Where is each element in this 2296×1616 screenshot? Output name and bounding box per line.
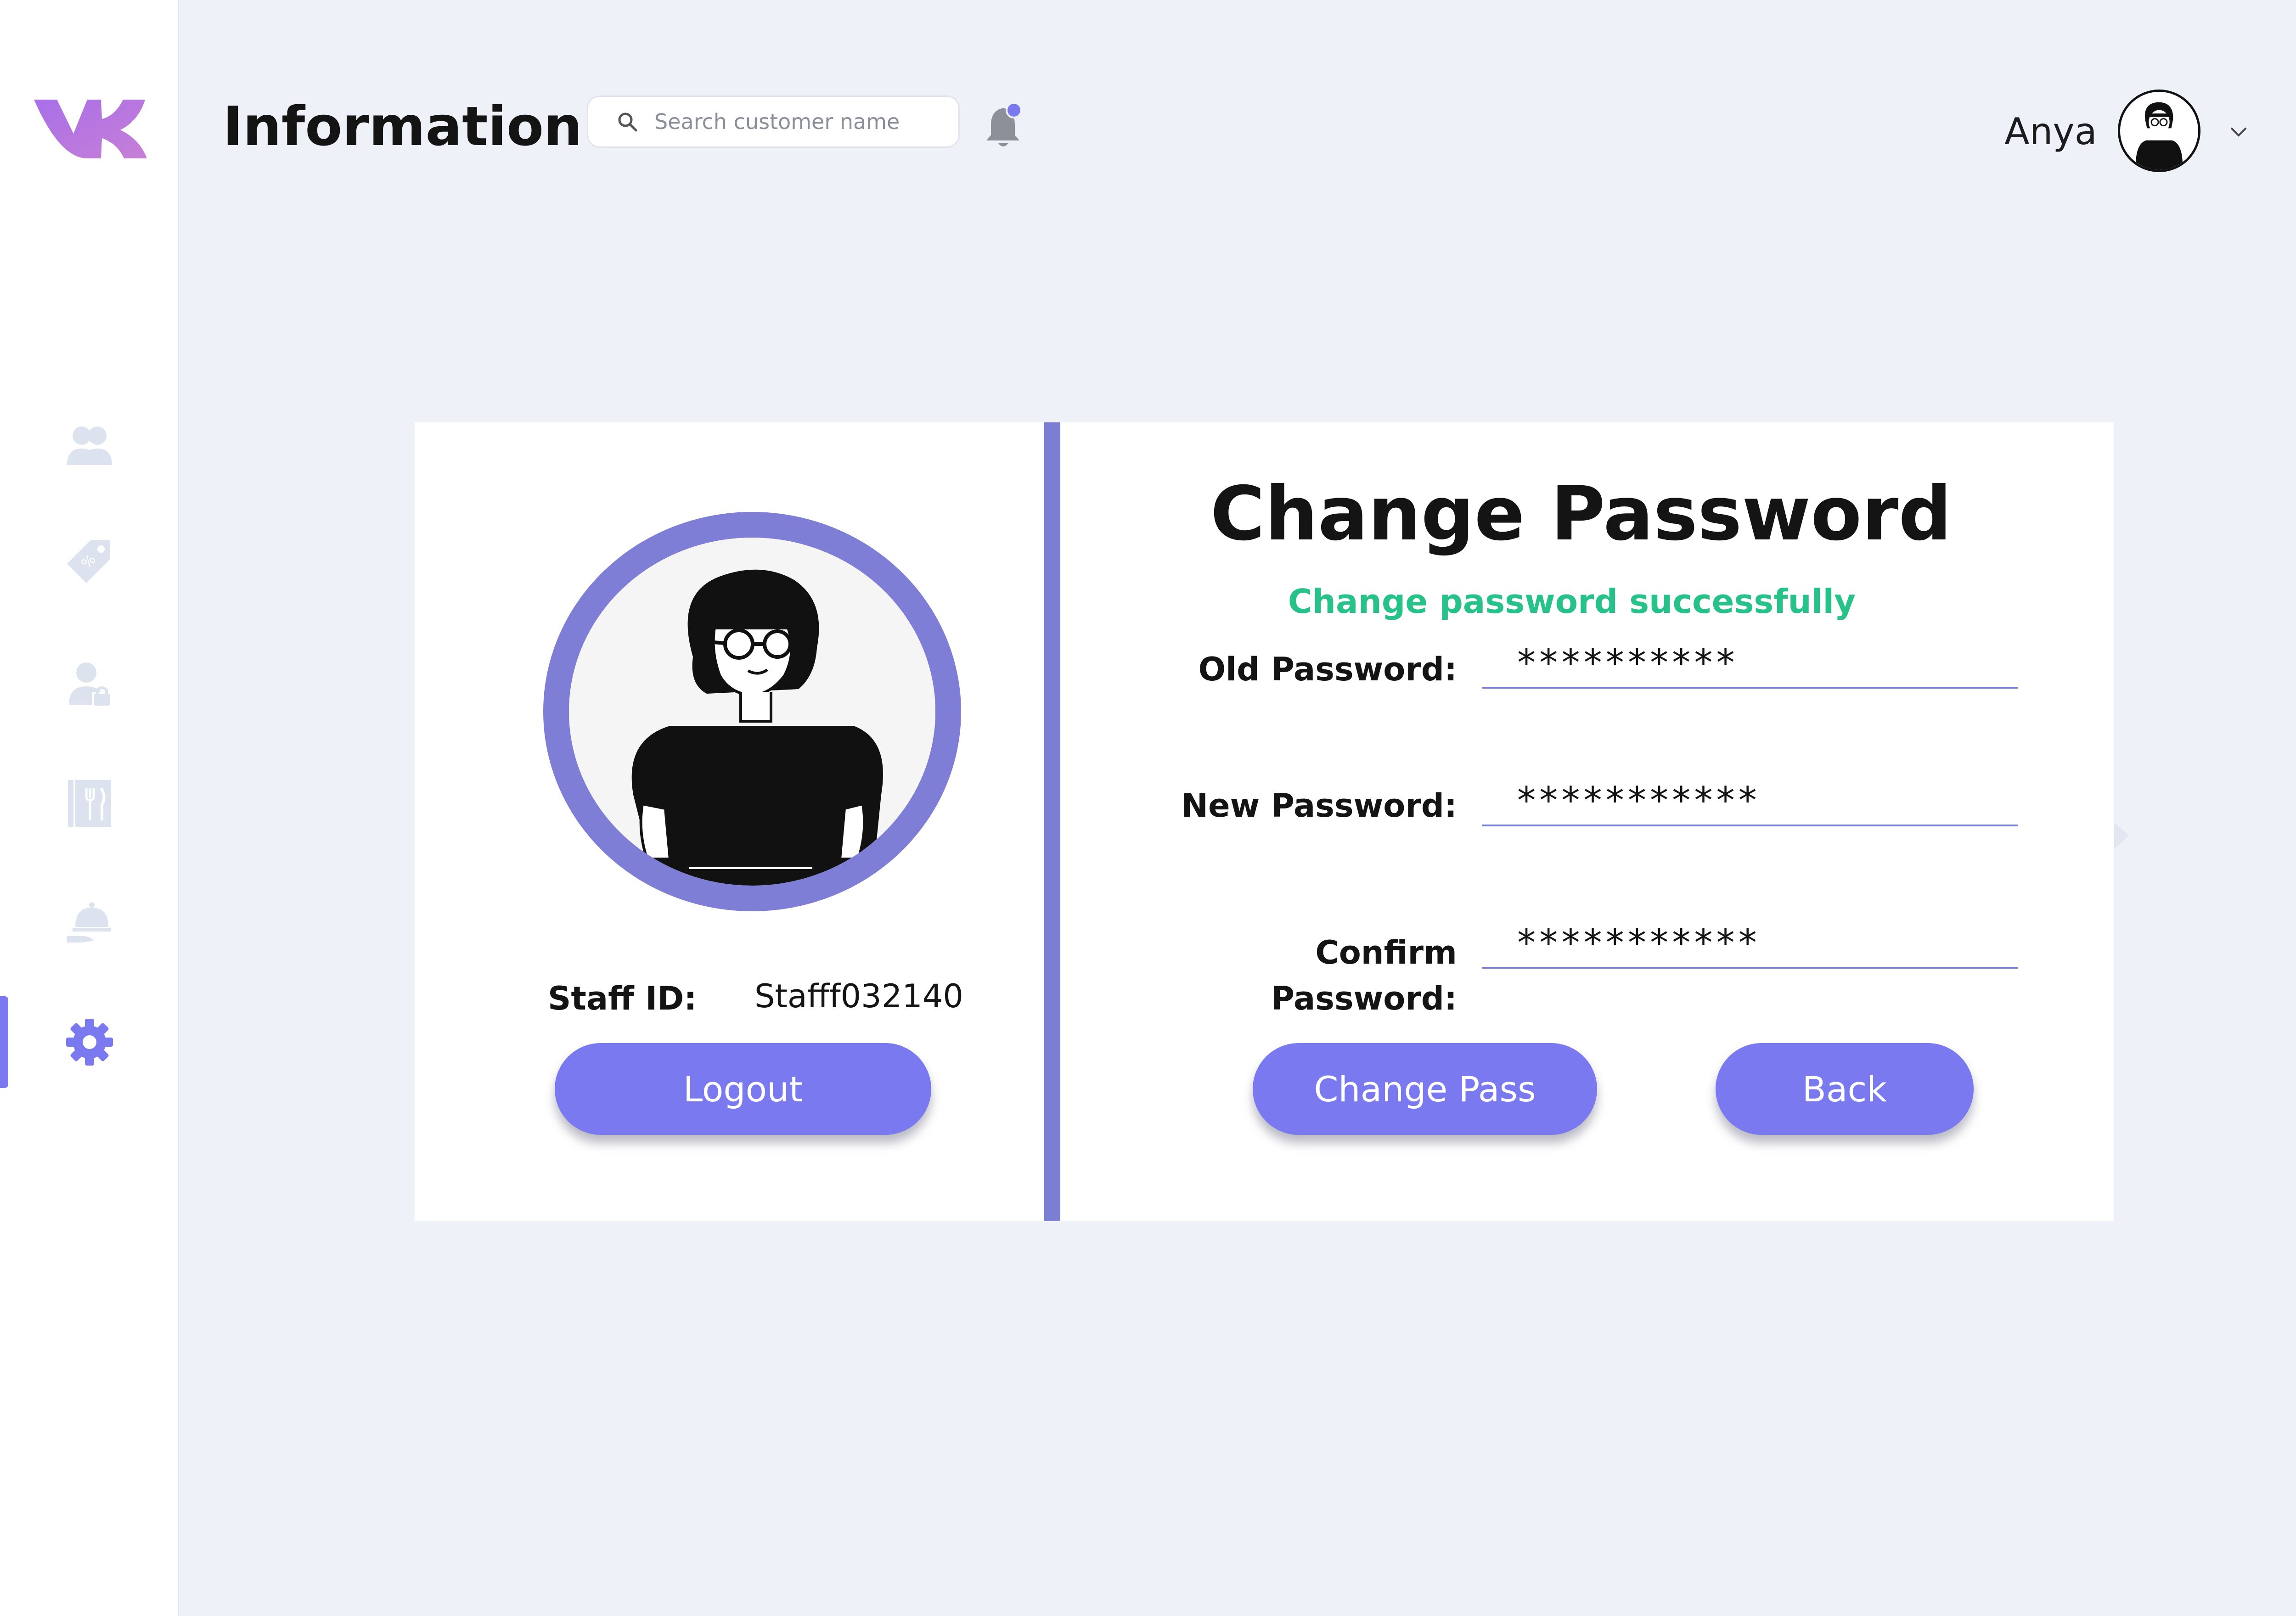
back-button[interactable]: Back bbox=[1716, 1043, 1974, 1135]
success-message: Change password successfully bbox=[1288, 582, 1856, 621]
tag-discount-icon: % bbox=[67, 540, 110, 583]
confirm-password-field[interactable] bbox=[1482, 918, 2018, 969]
search-icon bbox=[618, 112, 637, 132]
sidebar-item-staff[interactable] bbox=[0, 638, 179, 730]
sidebar: % bbox=[0, 0, 179, 1616]
account-card: Staff ID: Stafff032140 Logout Change Pas… bbox=[415, 422, 2114, 1221]
arrow-right-icon bbox=[2114, 822, 2129, 849]
search-bar[interactable] bbox=[587, 95, 960, 148]
sidebar-item-orders[interactable] bbox=[0, 877, 179, 969]
change-pass-button[interactable]: Change Pass bbox=[1253, 1043, 1597, 1135]
sidebar-item-users[interactable] bbox=[0, 400, 179, 492]
page-title: Information bbox=[223, 95, 583, 158]
chevron-down-icon[interactable] bbox=[2227, 120, 2250, 143]
staff-id-value: Stafff032140 bbox=[754, 977, 963, 1015]
woman-with-glasses-illustration-icon bbox=[569, 538, 935, 886]
bell-icon[interactable] bbox=[982, 101, 1028, 152]
confirm-password-label: Confirm Password: bbox=[1271, 934, 1457, 1017]
avatar-illustration-icon bbox=[2135, 102, 2183, 170]
vertical-divider bbox=[1044, 422, 1060, 1221]
old-password-field[interactable] bbox=[1482, 638, 2018, 689]
vk-logo-icon[interactable] bbox=[33, 94, 148, 161]
user-avatar[interactable] bbox=[2118, 90, 2200, 172]
change-password-title: Change Password bbox=[1210, 471, 1952, 557]
app-root: % Information Search customer name Anya … bbox=[0, 0, 2296, 1616]
logout-button[interactable]: Logout bbox=[555, 1043, 931, 1135]
user-lock-icon bbox=[69, 662, 110, 706]
profile-photo bbox=[543, 512, 961, 911]
users-icon bbox=[67, 426, 112, 465]
gear-icon bbox=[66, 1019, 113, 1066]
sidebar-item-promotions[interactable]: % bbox=[0, 516, 179, 608]
new-password-field[interactable] bbox=[1482, 776, 2018, 826]
serving-dish-icon bbox=[67, 902, 111, 943]
new-password-label: New Password: bbox=[1181, 787, 1457, 825]
old-password-label: Old Password: bbox=[1198, 651, 1457, 688]
user-name[interactable]: Anya bbox=[2004, 107, 2097, 157]
menu-utensils-icon bbox=[68, 780, 111, 827]
staff-id-label: Staff ID: bbox=[548, 980, 697, 1017]
sidebar-item-menu[interactable] bbox=[0, 758, 179, 849]
search-input[interactable] bbox=[654, 109, 948, 134]
sidebar-item-settings[interactable] bbox=[0, 996, 179, 1088]
